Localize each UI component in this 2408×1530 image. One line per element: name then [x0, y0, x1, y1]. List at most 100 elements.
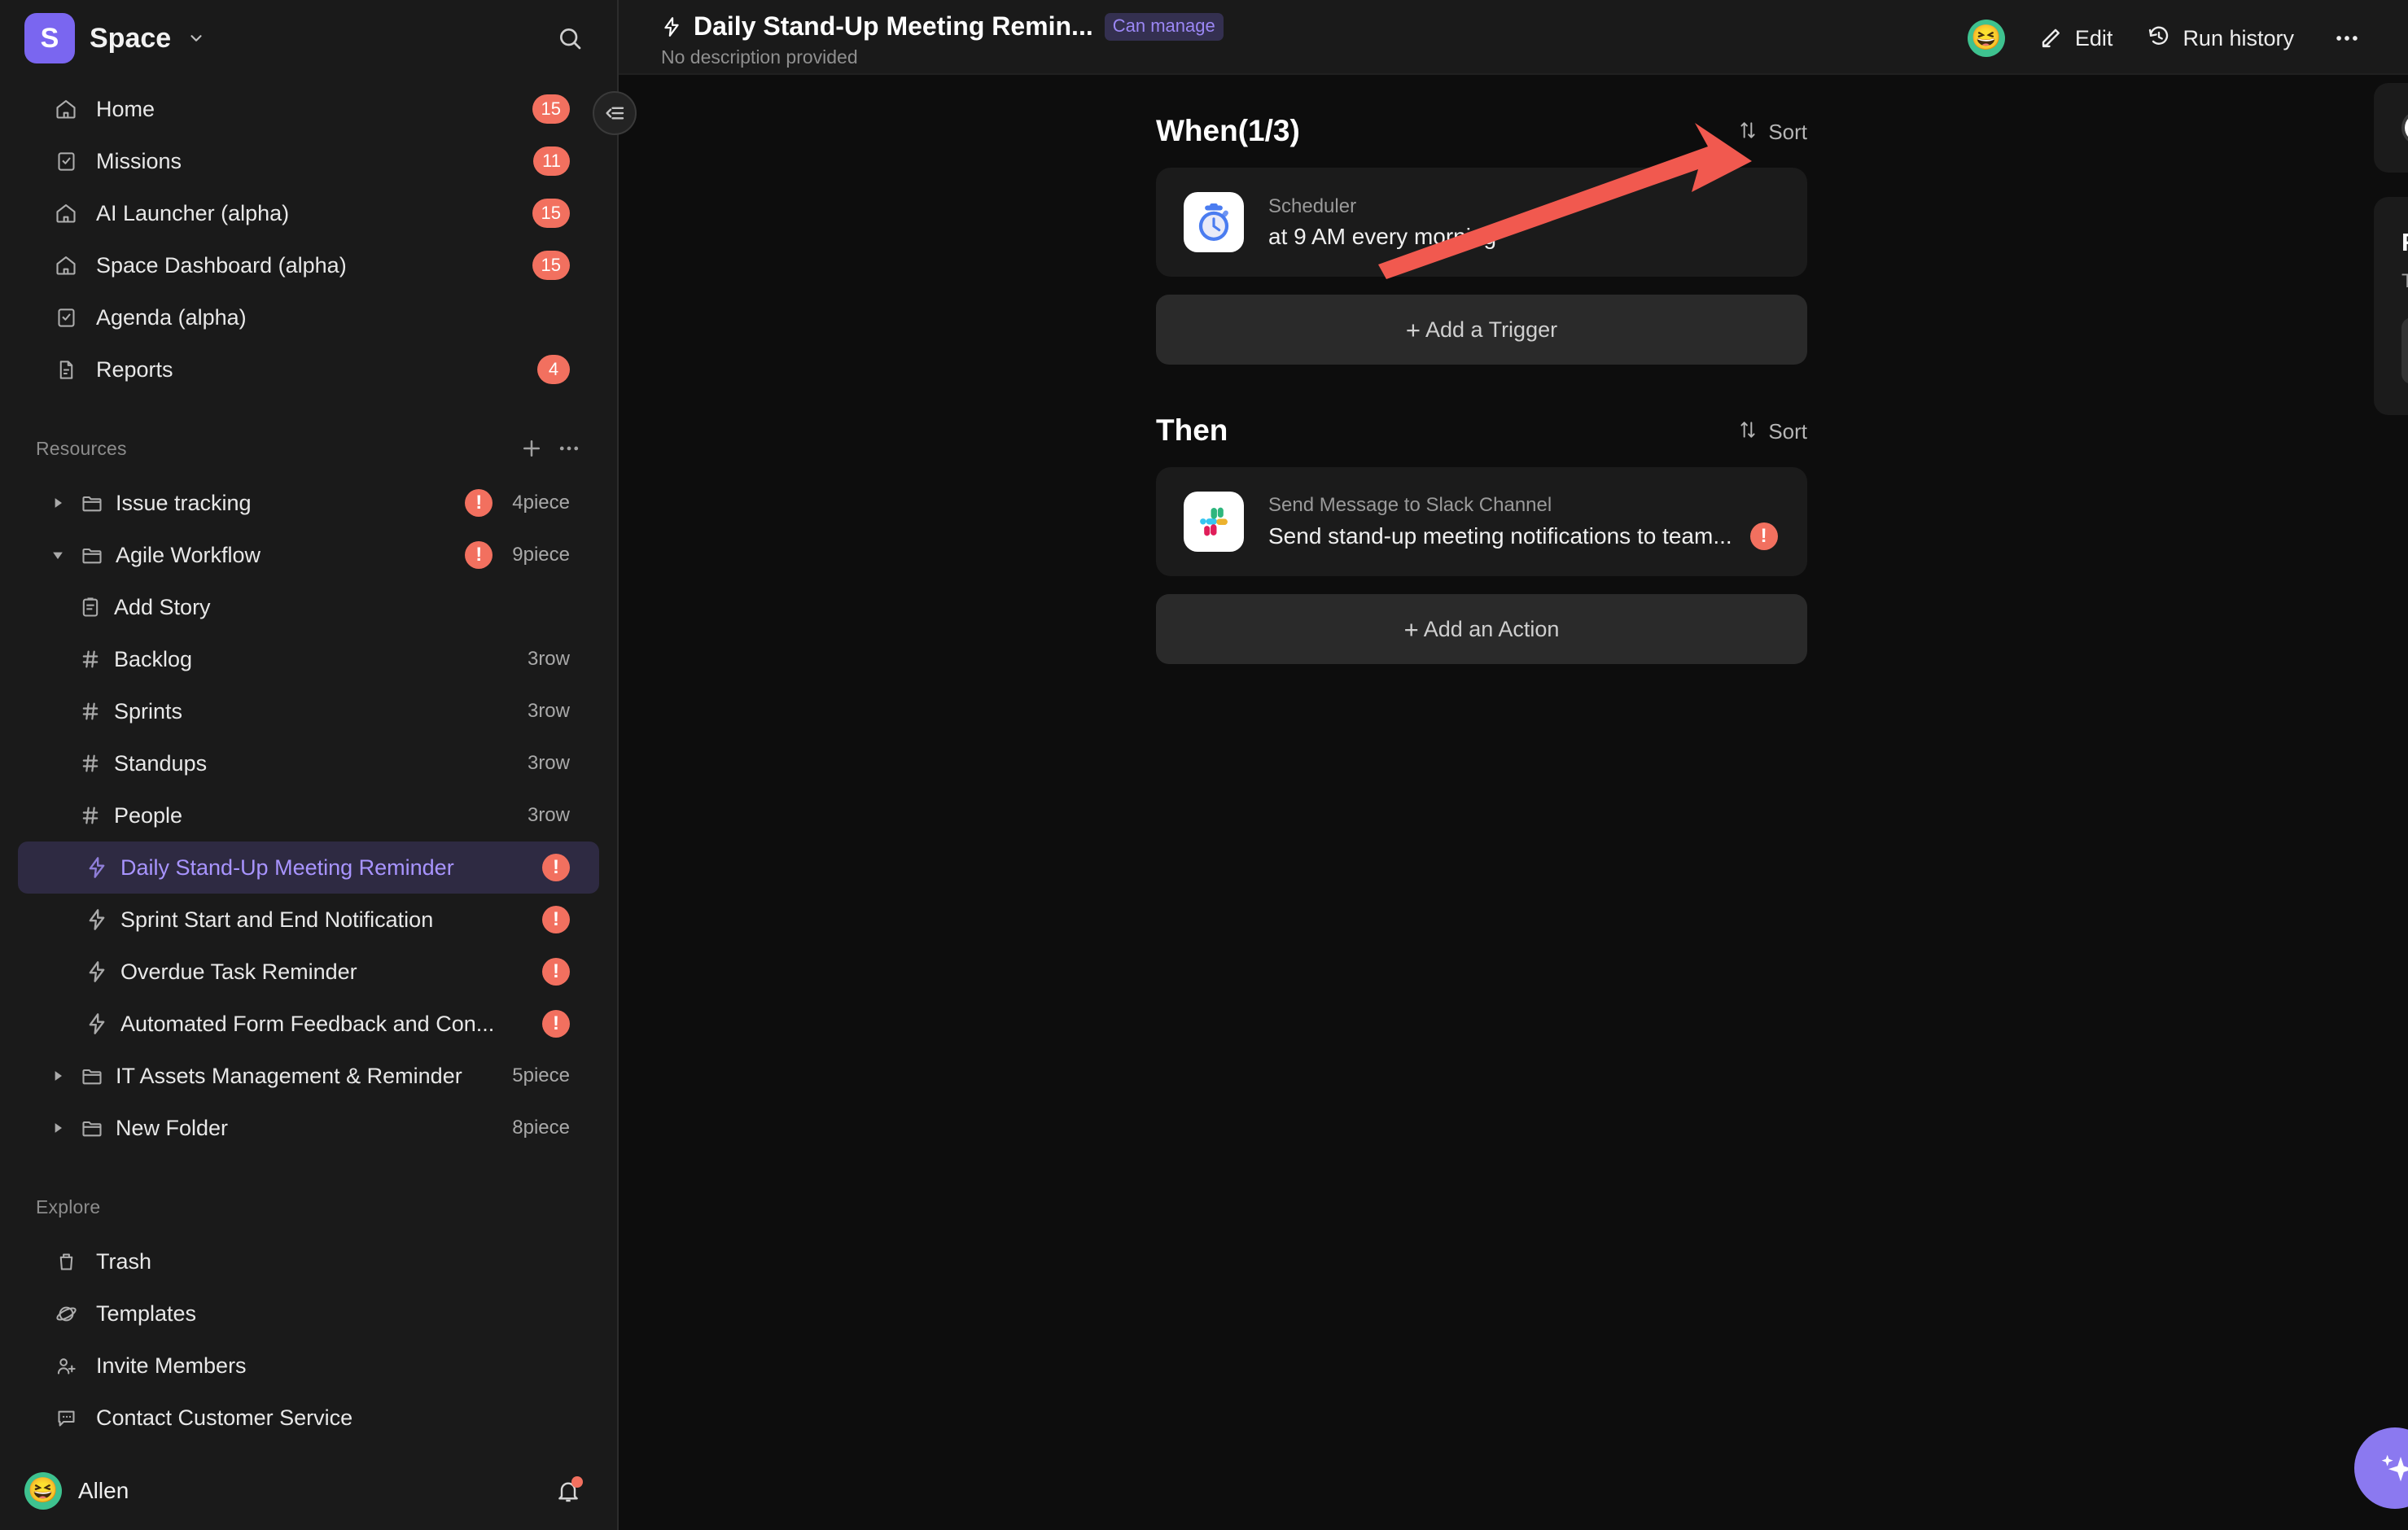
ellipsis-icon[interactable]	[550, 430, 588, 467]
caret-down-icon[interactable]	[47, 544, 68, 566]
item-count: 5piece	[512, 1064, 570, 1086]
tree-item-label: Standups	[114, 750, 208, 776]
tree-item-label: Issue tracking	[116, 490, 252, 515]
main-area: Daily Stand-Up Meeting Remin... Can mana…	[619, 0, 2408, 1530]
run-now-button[interactable]: Run now	[2401, 317, 2408, 384]
flow-column: When(1/3) Sort Scheduler at 9 AM every m…	[1156, 114, 1807, 664]
sidebar-item-space-dashboard[interactable]: Space Dashboard (alpha) 15	[18, 239, 599, 291]
bell-icon[interactable]	[552, 1475, 584, 1507]
when-sort-button[interactable]: Sort	[1737, 120, 1807, 145]
user-name: Allen	[78, 1478, 129, 1503]
add-trigger-label: Add a Trigger	[1425, 317, 1558, 342]
warning-icon: !	[465, 489, 493, 517]
sidebar-item-ai-launcher[interactable]: AI Launcher (alpha) 15	[18, 187, 599, 239]
form-icon	[78, 595, 103, 619]
action-card[interactable]: Send Message to Slack Channel Send stand…	[1156, 467, 1807, 576]
space-name[interactable]: Space	[90, 23, 171, 55]
caret-right-icon[interactable]	[47, 492, 68, 514]
sidebar-item-contact-customer-service[interactable]: Contact Customer Service	[18, 1392, 599, 1444]
tree-folder-issue-tracking[interactable]: Issue tracking ! 4piece	[18, 477, 599, 529]
badge-count: 15	[532, 251, 570, 280]
ai-sparkle-icon[interactable]	[2354, 1427, 2408, 1509]
trash-icon	[54, 1249, 78, 1274]
chevron-down-icon[interactable]	[187, 29, 205, 47]
explore-list: Trash Templates Invite Members Contact C…	[0, 1235, 617, 1444]
avatar[interactable]: 😆	[1967, 20, 2005, 57]
sidebar-item-label: Agenda (alpha)	[96, 304, 247, 330]
tree-item-label: Backlog	[114, 646, 193, 671]
title-line: Daily Stand-Up Meeting Remin... Can mana…	[661, 11, 1224, 42]
run-now-title: Run now	[2401, 228, 2408, 257]
trigger-card[interactable]: Scheduler at 9 AM every morning	[1156, 168, 1807, 277]
user-plus-icon	[54, 1353, 78, 1378]
tree-item-daily-standup-meeting-reminder[interactable]: Daily Stand-Up Meeting Reminder !	[18, 842, 599, 894]
bolt-icon	[661, 15, 682, 39]
tree-item-backlog[interactable]: Backlog 3row	[18, 633, 599, 685]
sidebar-item-home[interactable]: Home 15	[18, 83, 599, 135]
folder-icon	[80, 1064, 104, 1088]
tree-item-label: Overdue Task Reminder	[120, 959, 357, 984]
user-row[interactable]: 😆 Allen	[0, 1452, 617, 1530]
tree-folder-it-assets-management[interactable]: IT Assets Management & Reminder 5piece	[18, 1050, 599, 1102]
sidebar-item-invite-members[interactable]: Invite Members	[18, 1340, 599, 1392]
sort-label: Sort	[1768, 419, 1807, 444]
bolt-icon	[85, 960, 109, 984]
caret-right-icon[interactable]	[47, 1117, 68, 1139]
notification-dot	[571, 1476, 583, 1488]
item-count: 4piece	[512, 492, 570, 514]
tree-item-standups[interactable]: Standups 3row	[18, 737, 599, 789]
sidebar-item-label: Trash	[96, 1248, 152, 1274]
add-action-button[interactable]: + Add an Action	[1156, 594, 1807, 664]
run-history-button[interactable]: Run history	[2147, 24, 2294, 53]
sidebar-item-agenda[interactable]: Agenda (alpha)	[18, 291, 599, 343]
open-automation-toggle[interactable]	[2401, 111, 2408, 145]
plus-icon[interactable]	[513, 430, 550, 467]
tree-item-sprints[interactable]: Sprints 3row	[18, 685, 599, 737]
collapse-sidebar-icon[interactable]	[593, 91, 637, 135]
search-icon[interactable]	[552, 20, 588, 56]
tree-folder-agile-workflow[interactable]: Agile Workflow ! 9piece	[18, 529, 599, 581]
sidebar-item-templates[interactable]: Templates	[18, 1287, 599, 1340]
edit-button[interactable]: Edit	[2039, 24, 2112, 53]
resources-section-header: Resources	[0, 420, 617, 477]
home-icon	[54, 97, 78, 121]
sidebar-item-label: Contact Customer Service	[96, 1405, 353, 1430]
sidebar-item-trash[interactable]: Trash	[18, 1235, 599, 1287]
section-title: Explore	[36, 1196, 101, 1217]
tree-folder-new-folder[interactable]: New Folder 8piece	[18, 1102, 599, 1154]
item-count: 3row	[527, 648, 570, 670]
add-trigger-button[interactable]: + Add a Trigger	[1156, 295, 1807, 365]
sidebar-item-label: Missions	[96, 148, 182, 173]
page-description[interactable]: No description provided	[661, 46, 1224, 68]
table-icon	[78, 647, 103, 671]
item-count: 3row	[527, 804, 570, 826]
tree-item-label: Sprint Start and End Notification	[120, 907, 434, 932]
sidebar-item-label: Reports	[96, 356, 173, 382]
home-icon	[54, 253, 78, 278]
caret-right-icon[interactable]	[47, 1065, 68, 1086]
page-title: Daily Stand-Up Meeting Remin...	[694, 11, 1093, 41]
tree-item-overdue-task-reminder[interactable]: Overdue Task Reminder !	[18, 946, 599, 998]
then-sort-button[interactable]: Sort	[1737, 419, 1807, 444]
sidebar-item-label: Home	[96, 96, 155, 121]
tree-item-label: IT Assets Management & Reminder	[116, 1063, 462, 1088]
home-icon	[54, 201, 78, 225]
action-detail-row: Send stand-up meeting notifications to t…	[1268, 522, 1780, 550]
tree-item-automated-form-feedback[interactable]: Automated Form Feedback and Con... !	[18, 998, 599, 1050]
avatar[interactable]: 😆	[24, 1472, 62, 1510]
warning-icon: !	[542, 906, 570, 933]
ellipsis-icon[interactable]	[2328, 20, 2366, 57]
item-count: 9piece	[512, 544, 570, 566]
warning-icon: !	[542, 1010, 570, 1038]
tree-item-sprint-start-and-end-notification[interactable]: Sprint Start and End Notification !	[18, 894, 599, 946]
tree-item-add-story[interactable]: Add Story	[18, 581, 599, 633]
space-logo: S	[24, 13, 75, 63]
sidebar-item-reports[interactable]: Reports 4	[18, 343, 599, 396]
check-square-icon	[54, 149, 78, 173]
run-history-label: Run history	[2183, 25, 2294, 50]
sidebar-item-missions[interactable]: Missions 11	[18, 135, 599, 187]
tree-item-people[interactable]: People 3row	[18, 789, 599, 842]
open-automation-row: Open Automation	[2401, 111, 2408, 145]
trigger-detail: at 9 AM every morning	[1268, 223, 1497, 249]
